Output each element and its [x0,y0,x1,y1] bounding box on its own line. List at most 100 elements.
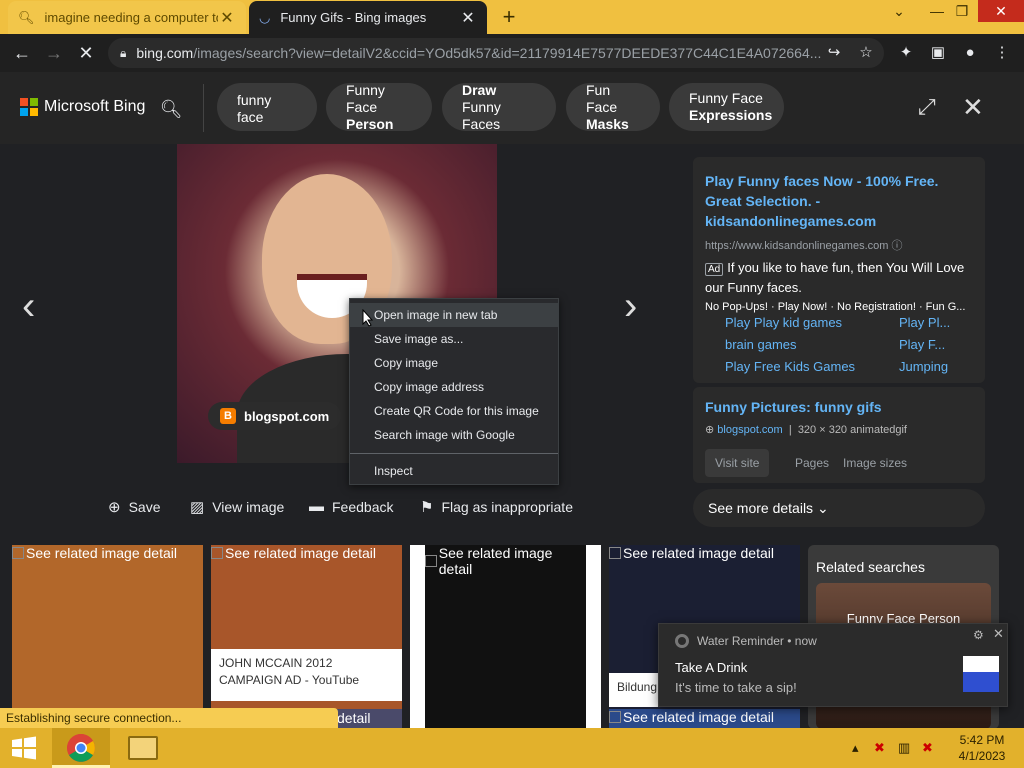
info-meta: ⊕ blogspot.com | 320 × 320 animatedgif [705,424,907,436]
tab-strip: 🔍︎ imagine needing a computer to f ✕ ◡ F… [0,0,1024,34]
microsoft-logo-icon [20,98,38,116]
info-icon[interactable]: ⓘ [892,240,903,252]
image-sizes-button[interactable]: Image sizes [833,449,917,477]
broken-image-alt: See related image detail [425,545,586,577]
status-bubble: Establishing secure connection... [0,708,338,728]
tab-imagine[interactable]: 🔍︎ imagine needing a computer to f ✕ [8,1,246,34]
bing-logo[interactable]: Microsoft Bing [20,98,145,116]
ad-link[interactable]: Play Free Kids Games [725,359,855,374]
view-image-button[interactable]: ▨ View image [190,498,284,516]
pill-funny-face-person[interactable]: Funny Face Person [326,82,432,132]
pill-line1: Funny Face [689,90,763,106]
ad-card: Play Funny faces Now - 100% Free. Great … [693,157,985,383]
ad-title-link[interactable]: Play Funny faces Now - 100% Free. Great … [705,171,973,231]
taskbar-chrome[interactable] [52,728,110,768]
ctx-copy-image[interactable]: Copy image [350,351,558,375]
info-dimensions: 320 × 320 animatedgif [797,424,907,436]
chrome-icon [675,634,689,648]
close-icon[interactable]: ✕ [962,92,984,123]
related-tile[interactable]: See related image detail [12,545,203,729]
extensions-icon[interactable]: ✦ [896,43,916,63]
side-panel-icon[interactable]: ▣ [928,43,948,63]
tab-search-icon[interactable]: ⌄ [882,0,916,22]
profile-icon[interactable]: ● [960,43,980,63]
windows-start-icon[interactable] [8,736,40,760]
tab-title: Funny Gifs - Bing images [280,10,427,25]
related-searches-title: Related searches [816,559,925,575]
share-icon[interactable]: ↪ [824,43,844,63]
close-tab-icon[interactable]: ✕ [459,8,477,28]
taskbar-clock[interactable]: 5:42 PM 4/1/2023 [952,732,1012,764]
prev-arrow-icon[interactable]: ‹ [22,284,35,329]
ad-link[interactable]: Jumping [899,359,948,374]
search-icon: 🔍︎ [18,9,35,25]
ctx-inspect[interactable]: Inspect [350,459,558,483]
lock-icon[interactable]: 🔒︎ [120,46,126,61]
pill-funny-face-expressions[interactable]: Funny Face Expressions [669,83,784,131]
close-tab-icon[interactable]: ✕ [218,8,236,28]
ctx-create-qr-code[interactable]: Create QR Code for this image [350,399,558,423]
window-close-button[interactable]: ✕ [978,0,1024,22]
ctx-save-image-as[interactable]: Save image as... [350,327,558,351]
taskbar-file-explorer[interactable] [114,728,172,768]
tab-funny-gifs[interactable]: ◡ Funny Gifs - Bing images ✕ [249,1,487,34]
tray-chevron-icon[interactable]: ▴ [852,740,859,756]
search-icon[interactable]: 🔍︎ [152,92,190,126]
feedback-icon: ▬ [309,498,324,515]
expand-icon[interactable]: ⤢ [918,94,936,120]
pages-button[interactable]: Pages [785,449,839,477]
clock-date: 4/1/2023 [958,749,1006,763]
info-site-link[interactable]: blogspot.com [717,424,782,436]
pill-fun-face-masks[interactable]: Fun Face Masks [566,82,660,132]
stop-loading-icon[interactable]: ✕ [72,39,100,67]
chrome-icon [67,734,95,762]
source-pill[interactable]: B blogspot.com [208,402,342,430]
alt-text: See related image detail [623,709,774,725]
broken-image-icon [12,547,24,559]
related-caption[interactable]: JOHN MCCAIN 2012 CAMPAIGN AD - YouTube [211,649,402,701]
ad-badge: Ad [705,263,724,276]
pill-line2: Masks [586,115,629,132]
ad-link[interactable]: brain games [725,337,797,352]
save-icon: ⊕ [108,499,121,516]
notification-toast[interactable]: Water Reminder • now Take A Drink It's t… [658,623,1008,707]
ad-link[interactable]: Play Pl... [899,315,950,330]
network-warning-icon[interactable]: ✖ [874,740,885,756]
close-icon[interactable]: ✕ [993,626,1004,642]
new-tab-button[interactable]: + [496,5,522,29]
ad-link[interactable]: Play F... [899,337,945,352]
ctx-copy-image-address[interactable]: Copy image address [350,375,558,399]
pill-line2: Funny Faces [462,98,501,132]
save-button[interactable]: ⊕ Save [108,498,161,516]
ad-description: Ad If you like to have fun, then You Will… [705,259,973,297]
flag-button[interactable]: ⚑ Flag as inappropriate [420,498,573,516]
broken-image-icon [211,547,223,559]
related-tile[interactable]: See related image detail JOHN MCCAIN 201… [211,545,402,729]
forward-icon[interactable]: → [40,39,68,67]
feedback-button[interactable]: ▬ Feedback [309,498,393,515]
ad-link[interactable]: Play Play kid games [725,315,842,330]
menu-kebab-icon[interactable]: ⋮ [992,43,1012,63]
alt-text: See related image detail [26,545,177,561]
pill-line2: Expressions [689,107,773,123]
pill-draw-funny-faces[interactable]: Draw Funny Faces [442,82,556,132]
info-title-link[interactable]: Funny Pictures: funny gifs [705,399,973,415]
see-more-details-button[interactable]: See more details ⌄ [693,489,985,527]
bing-header: Microsoft Bing 🔍︎ funny face Funny Face … [0,72,1024,144]
broken-image-alt: See related image detail [12,545,203,561]
pill-funny-face[interactable]: funny face [217,83,317,131]
gear-icon[interactable]: ⚙ [973,628,984,642]
display-icon[interactable]: ▥ [898,740,910,756]
next-arrow-icon[interactable]: › [624,284,637,329]
address-bar[interactable]: 🔒︎ bing.com /images/search?view=detailV2… [108,38,884,68]
alt-text: See related image detail [225,545,376,561]
bookmark-star-icon[interactable]: ☆ [856,43,876,63]
visit-site-button[interactable]: Visit site [705,449,770,477]
back-icon[interactable]: ← [8,39,36,67]
restore-button[interactable]: ❐ [945,0,979,22]
volume-muted-icon[interactable]: ✖ [922,740,933,756]
ctx-search-with-google[interactable]: Search image with Google [350,423,558,447]
ctx-open-new-tab[interactable]: Open image in new tab [350,303,558,327]
ad-desc-text: If you like to have fun, then You Will L… [705,260,965,295]
related-tile[interactable]: See related image detail [410,545,601,729]
